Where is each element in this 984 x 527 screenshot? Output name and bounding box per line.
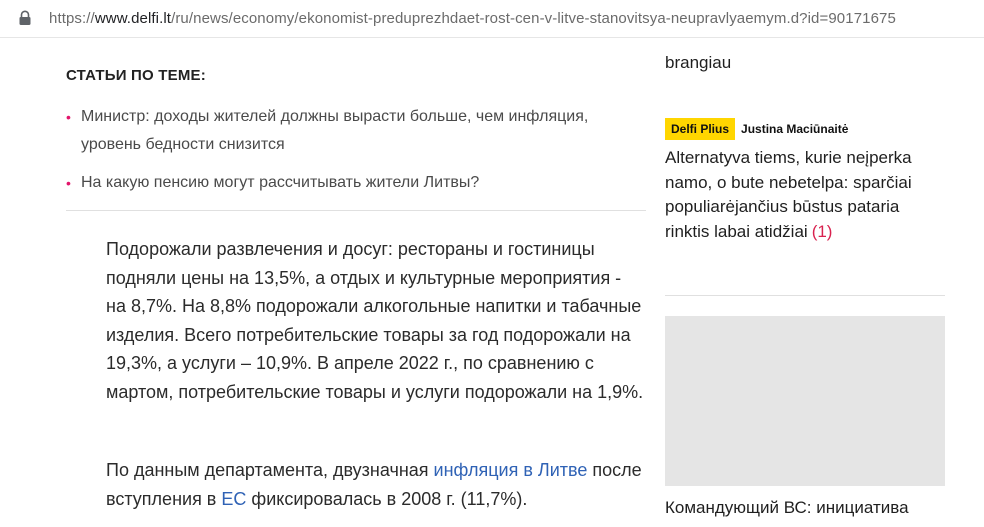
sidebar-previous-headline-tail[interactable]: brangiau bbox=[665, 53, 731, 73]
lock-icon bbox=[19, 10, 31, 25]
sidebar-article-meta: Delfi Plius Justina Maciūnaitė bbox=[665, 118, 848, 140]
address-bar[interactable]: https://www.delfi.lt/ru/news/economy/eko… bbox=[0, 0, 984, 38]
bullet-icon: • bbox=[66, 109, 71, 125]
delfi-plius-badge: Delfi Plius bbox=[665, 118, 736, 140]
article-thumbnail[interactable] bbox=[665, 316, 945, 486]
url-text[interactable]: https://www.delfi.lt/ru/news/economy/eko… bbox=[49, 10, 896, 28]
article-paragraph: По данным департамента, двузначная инфля… bbox=[106, 460, 642, 509]
sidebar-headline-link[interactable]: Командующий ВС: инициатива bbox=[665, 496, 955, 520]
related-article-item[interactable]: • Министр: доходы жителей должны вырасти… bbox=[66, 103, 636, 159]
related-article-item[interactable]: • На какую пенсию могут рассчитывать жит… bbox=[66, 169, 636, 197]
bullet-icon: • bbox=[66, 175, 71, 191]
inflation-link[interactable]: инфляция в Литве bbox=[434, 460, 588, 480]
sidebar-headline-link[interactable]: Alternatyva tiems, kurie neįperka namo, … bbox=[665, 146, 945, 244]
article-paragraph: Подорожали развлечения и досуг: ресторан… bbox=[106, 239, 644, 402]
related-article-link[interactable]: На какую пенсию могут рассчитывать жител… bbox=[66, 169, 636, 197]
comment-count[interactable]: (1) bbox=[812, 222, 833, 241]
related-articles-heading: СТАТЬИ ПО ТЕМЕ: bbox=[66, 67, 206, 84]
divider bbox=[66, 210, 646, 211]
eu-link[interactable]: ЕС bbox=[221, 489, 246, 509]
related-article-link[interactable]: Министр: доходы жителей должны вырасти б… bbox=[66, 103, 636, 159]
author-name[interactable]: Justina Maciūnaitė bbox=[741, 122, 848, 136]
divider bbox=[665, 295, 945, 296]
